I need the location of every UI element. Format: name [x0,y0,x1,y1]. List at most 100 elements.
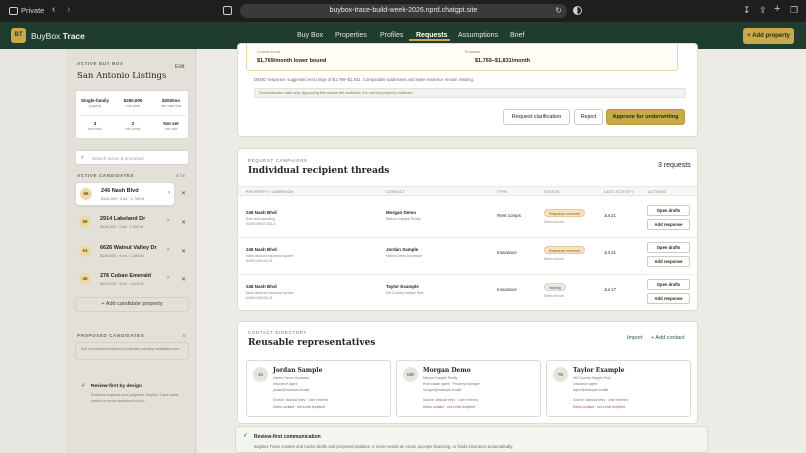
col-actions: ACTIONS [648,190,667,194]
col-property: PROPERTY / CAMPAIGN [246,190,294,194]
add-response-button[interactable]: Add response [647,219,690,230]
score-badge: 46 [79,273,91,285]
forward-icon[interactable]: › [67,4,70,16]
open-drafts-button[interactable]: Open drafts [647,205,690,216]
proposed-candidates-label: PROPOSED CANDIDATES [77,333,145,338]
nav-assumptions[interactable]: Assumptions [458,32,498,39]
approve-button[interactable]: Approve for underwriting [606,109,685,125]
private-icon [9,7,18,15]
row-property: 246 Nash Blvd [246,284,277,289]
stat-max-price: $260,000 max price [123,98,143,108]
tabs-overview-icon[interactable]: ❐ [790,5,798,16]
nav-buy-box[interactable]: Buy Box [297,32,323,39]
open-drafts-button[interactable]: Open drafts [647,242,690,253]
request-clarification-button[interactable]: Request clarification [503,109,570,125]
stat-min-size: Not set min size [163,121,179,131]
nav-brief[interactable]: Brief [510,32,524,39]
reload-icon[interactable]: ↻ [555,6,562,15]
add-contact-link[interactable]: + Add contact [651,335,684,341]
row-contact-company: Harbor Demo Insurance [386,254,423,258]
chevron-right-icon[interactable]: › [167,275,169,281]
address-bar[interactable]: buybox-trace-build-week-2026.nprd.chatgp… [240,4,567,18]
status-sub: Demo record [544,257,564,261]
active-buy-box-label: ACTIVE BUY BOX [77,61,124,66]
candidate-item[interactable]: 56 246 Nash Blvd $110,000 · 3 bd · 1,796… [75,182,175,206]
sidebar-toggle-icon[interactable] [223,6,232,15]
contact-email: morgan@example.invalid [423,388,462,392]
logo: BT [11,28,26,43]
contact-source: Source: Manual entry · User entered [423,398,478,402]
main-content: Current record $1,769/month lower bound … [197,43,806,453]
contact-name: Taylor Example [573,367,625,374]
remove-candidate-icon[interactable]: ✕ [181,219,186,226]
nav-properties[interactable]: Properties [335,32,367,39]
proposed-label: Proposed [465,50,481,54]
review-first-title: Review-first communication [254,434,321,440]
add-property-button[interactable]: + Add property [743,28,794,44]
review-first-communication: ✓ Review-first communication BuyBox Trac… [235,426,708,453]
new-tab-icon[interactable]: + [774,3,780,15]
row-type: Insurance [497,287,517,292]
appearance-icon[interactable] [573,6,582,15]
reject-button[interactable]: Reject [574,109,603,125]
sidebar: ACTIVE BUY BOX Edit San Antonio Listings… [66,49,196,453]
candidate-item[interactable]: 58 2914 Lakeland Dr $115,000 · 4 bd · 1,… [75,211,175,235]
remove-candidate-icon[interactable]: ✕ [181,276,186,283]
contact-demo-flag: Demo contact · not a real recipient [273,405,325,409]
contact-role: Real estate agent · Property manager [423,382,480,386]
open-drafts-button[interactable]: Open drafts [647,279,690,290]
chevron-right-icon[interactable]: › [167,218,169,224]
row-contact[interactable]: Morgan Demo [386,210,416,215]
add-candidate-button[interactable]: + Add candidate property [75,297,189,312]
row-contact[interactable]: Taylor Example [386,284,419,289]
contact-role: Insurance agent [273,382,298,386]
chevron-right-icon[interactable]: › [168,190,170,196]
status-badge: Waiting [544,283,566,291]
download-icon[interactable]: ↧ [743,5,751,16]
add-response-button[interactable]: Add response [647,256,690,267]
current-record-label: Current record [257,50,281,54]
request-campaigns-card: REQUEST CAMPAIGNS Individual recipient t… [237,148,698,311]
brand-first: BuyBox [31,31,61,41]
rent-bounds-box: Current record $1,769/month lower bound … [246,44,678,71]
proposed-empty-text: Run one authorized search to populate ma… [81,347,181,351]
back-icon[interactable]: ‹ [52,4,55,16]
contact-card[interactable]: JS Jordan Sample Harbor Demo Insurance I… [246,360,391,417]
row-type: Insurance [497,250,517,255]
active-candidates-label: ACTIVE CANDIDATES [77,173,135,178]
candidate-item[interactable]: 54 6626 Walnut Valley Dr $146,000 · 4 bd… [75,240,175,264]
remove-candidate-icon[interactable]: ✕ [181,190,186,197]
candidate-search-input[interactable]: # Search active & proposed [75,150,189,165]
contact-card[interactable]: TE Taylor Example Hill Country Sample Ri… [546,360,691,417]
buy-box-title: San Antonio Listings [77,71,167,81]
contact-name: Jordan Sample [273,367,323,374]
chevron-right-icon[interactable]: › [167,247,169,253]
proposed-value: $1,769–$1,831/month [475,58,531,64]
contact-demo-flag: Demo contact · not a real recipient [423,405,475,409]
requests-count: 3 requests [658,162,691,169]
check-icon: ✓ [243,433,249,439]
candidate-name: 2914 Lakeland Dr [100,216,146,222]
private-label: Private [21,6,45,15]
add-response-button[interactable]: Add response [647,293,690,304]
candidate-item[interactable]: 46 276 Cuban Emerald $229,000 · 3 bd · 1… [75,268,175,292]
row-campaign: Nash landlord insurance quotes [246,291,294,295]
contact-email: jordan@example.invalid [273,388,310,392]
contact-card[interactable]: MD Morgan Demo Mission Sample Realty Rea… [396,360,541,417]
edit-buy-box-link[interactable]: Edit [175,64,184,70]
demo-response-note: DEMO response: suggested rent range of $… [254,77,474,82]
row-contact[interactable]: Jordan Sample [386,247,418,252]
row-contact-company: Hill Country Sample Risk [386,291,424,295]
stat-min-cash-flow: $200/mo min cash flow [160,98,182,108]
active-nav-indicator [409,39,450,41]
remove-candidate-icon[interactable]: ✕ [181,248,186,255]
share-icon[interactable]: ⇪ [759,5,767,16]
contact-company: Harbor Demo Insurance [273,376,310,380]
stats-divider [80,115,186,116]
import-contacts-link[interactable]: Import [627,335,643,341]
nav-requests[interactable]: Requests [416,32,448,39]
status-sub: Demo record [544,220,564,224]
row-campaign-id: NASH-INS-001-B [246,296,273,300]
contact-role: Insurance agent [573,382,598,386]
nav-profiles[interactable]: Profiles [380,32,403,39]
